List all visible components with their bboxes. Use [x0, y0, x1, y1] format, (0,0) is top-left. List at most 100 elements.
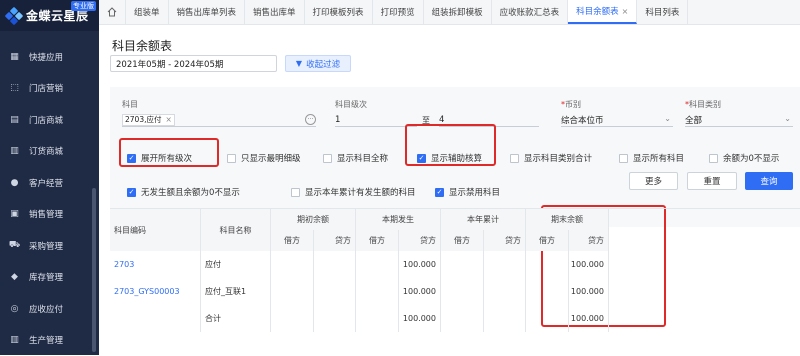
sidebar-item[interactable]: ▥生产管理 — [0, 325, 99, 356]
column-group-header: 期初余额 — [271, 209, 356, 230]
option-checkbox[interactable]: 显示本年累计有发生额的科目 — [291, 186, 416, 198]
page-title: 科目余额表 — [112, 37, 172, 54]
sidebar-item-label: 快捷应用 — [29, 51, 63, 63]
subject-label: 科目 — [122, 99, 138, 110]
wallet-icon: ▣ — [9, 209, 20, 220]
cart-list-icon: ▥ — [9, 146, 20, 157]
option-label: 显示所有科目 — [633, 152, 684, 164]
row-code — [110, 305, 201, 332]
category-value: 全部 — [685, 114, 702, 126]
period-range-input[interactable]: 2021年05期 - 2024年05期 — [110, 55, 277, 72]
balance-table: 科目编码科目名称期初余额借方贷方本期发生借方贷方本年累计借方贷方期末余额借方贷方… — [110, 208, 800, 209]
option-checkbox[interactable]: ✓无发生额且余额为0不显示 — [127, 186, 240, 198]
tab[interactable]: 销售出库单列表 — [169, 0, 246, 24]
amount-cell — [484, 278, 526, 305]
checkbox-icon — [291, 188, 300, 197]
sidebar-item[interactable]: ▦ 快捷应用 — [0, 41, 99, 73]
home-tab[interactable] — [99, 0, 126, 24]
tab[interactable]: 科目列表 — [637, 0, 688, 24]
reset-button[interactable]: 重置 — [687, 172, 737, 190]
tab[interactable]: 组装单 — [126, 0, 169, 24]
sidebar-item[interactable]: ◆ 库存管理 — [0, 262, 99, 294]
amount-cell: 100.000 — [399, 305, 441, 332]
more-options-icon[interactable]: ··· — [305, 114, 316, 125]
amount-cell — [441, 305, 484, 332]
sidebar-item-label: 生产管理 — [29, 334, 63, 346]
box-icon: ◆ — [9, 272, 20, 283]
sidebar: 金蝶云星辰 专业版 ▦快捷应用⬚门店营销▤门店商城▥订货商城●客户经营▣销售管理… — [0, 0, 99, 355]
row-code[interactable]: 2703 — [110, 251, 201, 278]
tab-label: 销售出库单列表 — [177, 6, 237, 18]
tab-label: 组装单 — [134, 6, 160, 18]
option-checkbox[interactable]: 显示科目类别合计 — [510, 152, 592, 164]
collapse-filter-button[interactable]: ▼ 收起过滤 — [285, 55, 351, 72]
amount-cell: 100.000 — [399, 278, 441, 305]
more-button[interactable]: 更多 — [629, 172, 678, 190]
category-label: *科目类别 — [685, 99, 721, 110]
query-button[interactable]: 查询 — [745, 172, 793, 190]
amount-cell — [484, 251, 526, 278]
edition-badge: 专业版 — [71, 1, 96, 11]
tab[interactable]: 组装拆卸模板 — [424, 0, 492, 24]
row-name: 合计 — [201, 305, 271, 332]
currency-select[interactable]: 综合本位币 ⌄ — [561, 113, 673, 127]
row-name: 应付_互联1 — [201, 278, 271, 305]
amount-cell: 100.000 — [399, 251, 441, 278]
option-checkbox[interactable]: 只显示最明细级 — [227, 152, 301, 164]
amount-cell — [271, 278, 314, 305]
amount-cell — [441, 251, 484, 278]
remove-tag-icon[interactable]: × — [165, 115, 171, 124]
tab[interactable]: 销售出库单 — [245, 0, 305, 24]
debit-header: 借方 — [271, 230, 314, 251]
option-checkbox[interactable]: 显示科目全称 — [323, 152, 388, 164]
cart-icon: ⛟ — [9, 240, 20, 251]
row-code[interactable]: 2703_GYS00003 — [110, 278, 201, 305]
amount-cell — [314, 251, 356, 278]
chevron-down-icon: ⌄ — [664, 114, 671, 123]
sidebar-item-label: 库存管理 — [29, 271, 63, 283]
tab[interactable]: 打印预览 — [373, 0, 424, 24]
option-checkbox[interactable]: 余额为0不显示 — [709, 152, 779, 164]
amount-cell: 100.000 — [569, 278, 609, 305]
sidebar-item[interactable]: ▥订货商城 — [0, 136, 99, 168]
subject-field[interactable]: 2703,应付 × ··· — [122, 113, 316, 127]
sidebar-scrollbar[interactable] — [92, 188, 96, 352]
level-to-value: 4 — [439, 115, 444, 125]
credit-header: 贷方 — [314, 230, 356, 251]
sidebar-item[interactable]: ▤门店商城 — [0, 104, 99, 136]
filter-icon: ▼ — [296, 59, 302, 68]
sidebar-item-label: 客户经营 — [29, 177, 63, 189]
category-select[interactable]: 全部 ⌄ — [685, 113, 793, 127]
tab[interactable]: 打印模板列表 — [305, 0, 373, 24]
sidebar-nav: ▦ 快捷应用 ⬚ 门店营销 ▤门店商城▥订货商城 ● 客户经营 ▣销售管理 ⛟ 采购管理 ◆ 库存管理… — [0, 31, 99, 356]
option-label: 余额为0不显示 — [723, 152, 779, 164]
column-group-header: 本期发生 — [356, 209, 441, 230]
bag-icon: ⬚ — [9, 83, 20, 94]
tab[interactable]: 科目余额表× — [568, 0, 637, 24]
credit-header: 贷方 — [484, 230, 526, 251]
sidebar-item[interactable]: ▣销售管理 — [0, 199, 99, 231]
money-icon: ◎ — [9, 303, 20, 314]
option-label: 无发生额且余额为0不显示 — [141, 186, 240, 198]
sidebar-item[interactable]: ◎应收应付 — [0, 293, 99, 325]
tab[interactable]: 应收账款汇总表 — [492, 0, 569, 24]
column-group-header: 期末余额 — [526, 209, 609, 230]
tab-label: 科目余额表 — [576, 5, 619, 17]
sidebar-item-label: 门店营销 — [29, 82, 63, 94]
grid-icon: ▦ — [9, 51, 20, 62]
sidebar-item-label: 采购管理 — [29, 240, 63, 252]
close-tab-icon[interactable]: × — [622, 7, 629, 16]
checkbox-icon — [619, 154, 628, 163]
sidebar-item[interactable]: ⛟ 采购管理 — [0, 230, 99, 262]
amount-cell — [271, 251, 314, 278]
currency-label: *币别 — [561, 99, 581, 110]
sidebar-item[interactable]: ● 客户经营 — [0, 167, 99, 199]
checkbox-icon: ✓ — [435, 188, 444, 197]
option-checkbox[interactable]: 显示所有科目 — [619, 152, 684, 164]
user-icon: ● — [9, 177, 20, 188]
subject-tag[interactable]: 2703,应付 × — [122, 114, 175, 126]
amount-cell — [356, 278, 399, 305]
option-label: 只显示最明细级 — [241, 152, 301, 164]
sidebar-item[interactable]: ⬚ 门店营销 — [0, 73, 99, 105]
option-checkbox[interactable]: ✓显示禁用科目 — [435, 186, 500, 198]
